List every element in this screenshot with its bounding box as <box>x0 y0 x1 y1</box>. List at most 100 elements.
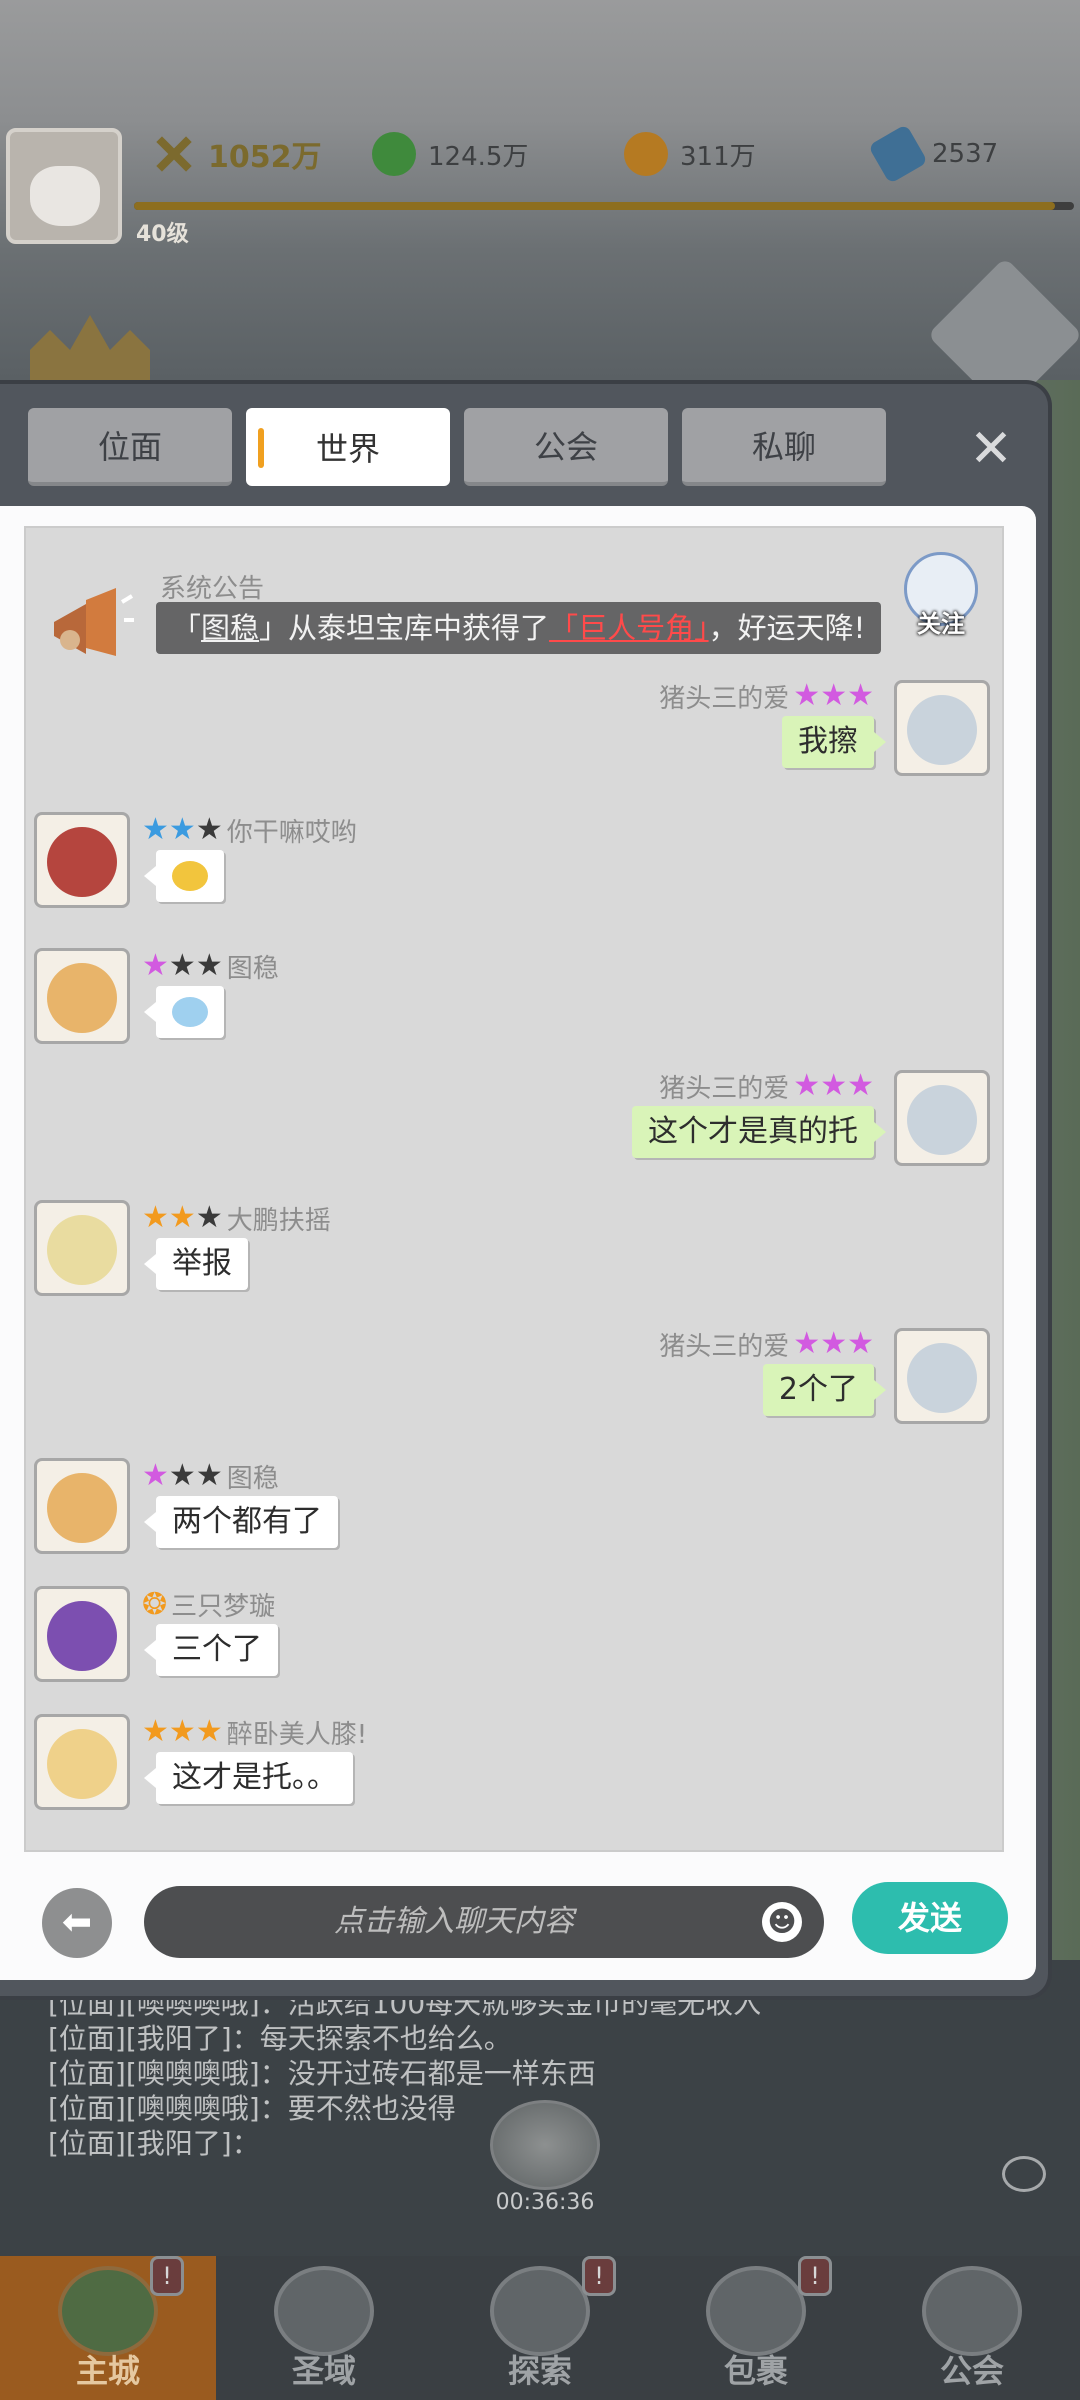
message-bubble[interactable]: 三个了 <box>144 1624 278 1676</box>
chat-message-row: ★★★ 图稳 <box>26 946 1002 1066</box>
chat-message-row: ★★★ 大鹏扶摇 举报 <box>26 1198 1002 1318</box>
back-button[interactable]: ⬅ <box>42 1888 112 1958</box>
user-avatar[interactable] <box>894 680 990 776</box>
reward-timer[interactable]: 00:36:36 <box>470 2100 620 2220</box>
rank-stars: ★★★ <box>142 951 223 982</box>
close-icon[interactable]: ✕ <box>962 420 1020 478</box>
tab-private[interactable]: 私聊 <box>682 408 886 486</box>
user-name[interactable]: 醉卧美人膝! <box>227 1714 367 1751</box>
player-avatar[interactable] <box>6 128 122 244</box>
user-avatar[interactable] <box>894 1070 990 1166</box>
message-bubble[interactable]: 这才是托。。 <box>144 1752 353 1804</box>
user-meta: ★★★ 图稳 <box>142 948 279 985</box>
star-icon: ★ <box>820 678 848 713</box>
user-meta: ❂ 三只梦璇 <box>142 1586 275 1623</box>
rank-stars: ★★★ <box>793 1071 874 1102</box>
chat-message-row: ★★★ 图稳 两个都有了 <box>26 1456 1002 1576</box>
megaphone-icon <box>54 588 134 656</box>
star-icon: ★ <box>195 1714 223 1749</box>
star-icon: ★ <box>195 1458 223 1493</box>
item-link[interactable]: 「巨人号角」 <box>549 611 709 645</box>
rank-stars: ★★★ <box>793 1329 874 1360</box>
star-icon: ★ <box>142 1200 169 1235</box>
user-name[interactable]: 猪头三的爱 <box>659 1326 789 1363</box>
user-avatar[interactable] <box>34 1586 130 1682</box>
user-avatar[interactable] <box>34 812 130 908</box>
system-message: 「图稳」从泰坦宝库中获得了「巨人号角」，好运天降! <box>156 602 882 654</box>
star-icon: ★ <box>847 1068 874 1103</box>
user-meta: ★★★ 醉卧美人膝! <box>142 1714 367 1751</box>
nav-main-city[interactable]: ! 主城 <box>0 2256 216 2400</box>
notification-badge: ! <box>582 2256 616 2296</box>
nav-explore[interactable]: ! 探索 <box>432 2256 648 2400</box>
chat-tabs: 位面 世界 公会 私聊 <box>28 408 886 486</box>
message-bubble[interactable] <box>144 850 224 902</box>
star-icon: ★ <box>793 1068 821 1103</box>
user-name[interactable]: 三只梦璇 <box>171 1586 275 1623</box>
user-name[interactable]: 图稳 <box>227 948 279 985</box>
gold-coin-icon <box>624 132 668 176</box>
user-name[interactable]: 你干嘛哎哟 <box>227 812 357 849</box>
follow-button[interactable]: 关注 <box>896 552 986 662</box>
tab-guild[interactable]: 公会 <box>464 408 668 486</box>
user-name[interactable]: 大鹏扶摇 <box>227 1200 331 1237</box>
castle-icon <box>58 2266 158 2356</box>
treasure-icon <box>490 2100 600 2190</box>
message-bubble[interactable]: 2个了 <box>762 1364 887 1416</box>
nav-sanctuary[interactable]: 圣域 <box>216 2256 432 2400</box>
star-icon: ★ <box>195 948 223 983</box>
star-icon: ★ <box>142 1458 169 1493</box>
chat-input[interactable]: 点击输入聊天内容 <box>144 1886 824 1958</box>
user-meta: 猪头三的爱 ★★★ <box>659 1326 874 1363</box>
user-name[interactable]: 猪头三的爱 <box>659 1068 789 1105</box>
user-name[interactable]: 猪头三的爱 <box>659 678 789 715</box>
bag-icon <box>706 2266 806 2356</box>
wings-badge-icon: ❂ <box>142 1587 168 1622</box>
emoji-icon[interactable]: ☻ <box>762 1902 802 1942</box>
user-meta: 猪头三的爱 ★★★ <box>659 678 874 715</box>
user-avatar[interactable] <box>34 1714 130 1810</box>
chat-bubble-icon[interactable] <box>1002 2156 1046 2192</box>
send-button[interactable]: 发送 <box>852 1882 1008 1954</box>
nav-guild[interactable]: 公会 <box>864 2256 1080 2400</box>
rank-stars: ★★★ <box>142 1717 223 1748</box>
star-icon: ★ <box>142 948 169 983</box>
tab-world[interactable]: 世界 <box>246 408 450 486</box>
user-name[interactable]: 图稳 <box>227 1458 279 1495</box>
star-icon: ★ <box>820 1068 848 1103</box>
notification-badge: ! <box>150 2256 184 2296</box>
nav-bag[interactable]: ! 包裹 <box>648 2256 864 2400</box>
player-link[interactable]: 图稳 <box>201 611 259 645</box>
user-avatar[interactable] <box>34 1458 130 1554</box>
system-label: 系统公告 <box>160 574 265 604</box>
system-announcement: 系统公告 「图稳」从泰坦宝库中获得了「巨人号角」，好运天降! 关注 <box>26 528 1002 678</box>
sticker-emoji-icon <box>172 997 208 1027</box>
stat-gold: 311万 <box>624 132 756 176</box>
notification-badge: ! <box>798 2256 832 2296</box>
message-bubble[interactable]: 举报 <box>144 1238 248 1290</box>
message-bubble[interactable]: 这个才是真的托 <box>632 1106 886 1158</box>
star-icon: ★ <box>195 1200 223 1235</box>
message-bubble[interactable]: 两个都有了 <box>144 1496 338 1548</box>
castle-icon <box>30 315 150 390</box>
user-avatar[interactable] <box>34 1200 130 1296</box>
user-meta: ★★★ 图稳 <box>142 1458 279 1495</box>
user-avatar[interactable] <box>894 1328 990 1424</box>
tab-plane[interactable]: 位面 <box>28 408 232 486</box>
chat-message-list[interactable]: 系统公告 「图稳」从泰坦宝库中获得了「巨人号角」，好运天降! 关注 猪头三的爱 ★… <box>24 526 1004 1852</box>
message-bubble[interactable] <box>144 986 224 1038</box>
user-avatar[interactable] <box>34 948 130 1044</box>
stat-gem: 2537 <box>867 123 998 185</box>
chat-message-row: ★★★ 醉卧美人膝! 这才是托。。 <box>26 1712 1002 1832</box>
star-icon: ★ <box>847 678 874 713</box>
green-orb-icon <box>372 132 416 176</box>
player-hud: 1052万 124.5万 311万 2537 40级 <box>0 120 1080 250</box>
star-icon: ★ <box>168 1458 196 1493</box>
blue-gem-icon <box>867 123 929 185</box>
chat-message-row: 猪头三的爱 ★★★ 2个了 <box>26 1326 1002 1446</box>
chat-panel: 位面 世界 公会 私聊 ✕ 系统公告 「图稳」从泰坦宝库中获得了「巨人号角」，好… <box>0 384 1048 1996</box>
message-bubble[interactable]: 我擦 <box>782 716 886 768</box>
combat-power: 1052万 <box>150 134 322 175</box>
stat-green: 124.5万 <box>372 132 528 176</box>
star-icon: ★ <box>168 1714 196 1749</box>
